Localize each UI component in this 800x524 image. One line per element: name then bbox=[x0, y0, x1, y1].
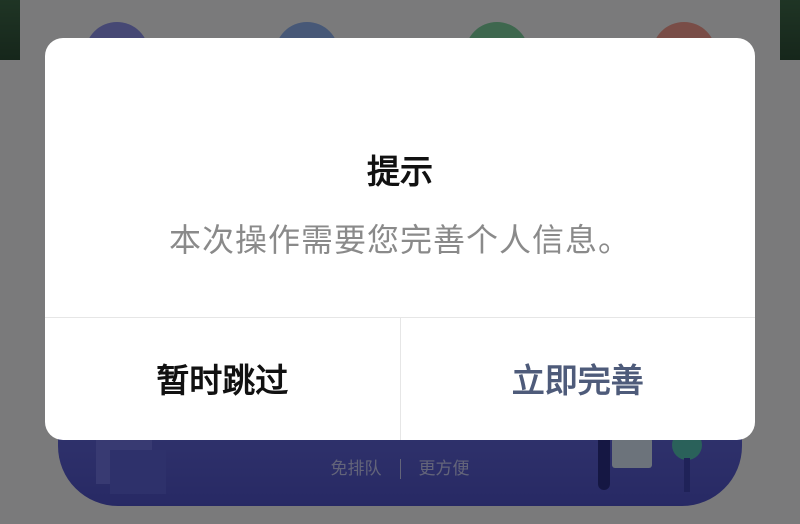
prompt-dialog: 提示 本次操作需要您完善个人信息。 暂时跳过 立即完善 bbox=[45, 38, 755, 440]
dialog-footer: 暂时跳过 立即完善 bbox=[45, 317, 755, 440]
dialog-title: 提示 bbox=[367, 152, 433, 191]
complete-profile-button[interactable]: 立即完善 bbox=[399, 318, 756, 440]
dialog-message: 本次操作需要您完善个人信息。 bbox=[168, 221, 631, 259]
skip-button[interactable]: 暂时跳过 bbox=[45, 318, 400, 440]
